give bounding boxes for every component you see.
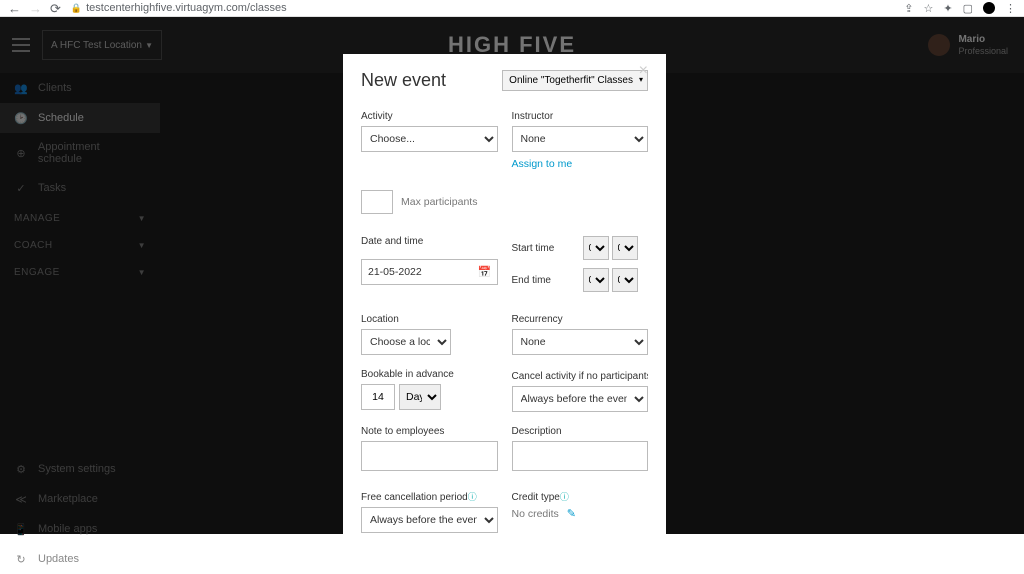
cancel-label: Cancel activity if no participants:ⓘ: [512, 369, 649, 382]
end-time-label: End time: [512, 275, 580, 286]
assign-to-me-link[interactable]: Assign to me: [512, 158, 573, 170]
appointment-icon: ⊕: [14, 146, 28, 160]
new-event-modal: × New event Online "Togetherfit" Classes…: [343, 54, 666, 534]
note-label: Note to employees: [361, 426, 498, 437]
start-minute-select[interactable]: 00: [612, 236, 638, 260]
sidebar-item-updates[interactable]: ↻ Updates: [0, 544, 160, 574]
sidebar-label: Tasks: [38, 182, 66, 194]
cancel-select[interactable]: Always before the event starts: [512, 386, 649, 412]
date-input[interactable]: [361, 259, 498, 285]
info-icon[interactable]: ⓘ: [560, 492, 569, 502]
lock-icon: 🔒: [71, 3, 82, 14]
sidebar-item-marketplace[interactable]: ≪ Marketplace: [0, 484, 160, 514]
sidebar-item-clients[interactable]: 👥 Clients: [0, 73, 160, 103]
end-minute-select[interactable]: 00: [612, 268, 638, 292]
sidebar-label: Mobile apps: [38, 523, 97, 535]
menu-icon[interactable]: ⋮: [1005, 2, 1016, 15]
section-label: MANAGE: [14, 213, 60, 224]
clients-icon: 👥: [14, 81, 28, 95]
chevron-down-icon: ▼: [138, 214, 146, 223]
sidebar-label: Updates: [38, 553, 79, 565]
event-type-select[interactable]: Online "Togetherfit" Classes: [502, 70, 648, 91]
modal-title: New event: [361, 70, 446, 91]
free-cancel-label: Free cancellation periodⓘ: [361, 490, 498, 503]
profile-avatar[interactable]: [983, 2, 995, 14]
section-label: ENGAGE: [14, 267, 60, 278]
description-textarea[interactable]: [512, 441, 649, 471]
chevron-down-icon: ▼: [138, 268, 146, 277]
recurrency-label: Recurrency: [512, 314, 649, 325]
share-icon: ≪: [14, 492, 28, 506]
sidebar-item-mobile-apps[interactable]: 📱 Mobile apps: [0, 514, 160, 544]
sidebar: 👥 Clients 🕑 Schedule ⊕ Appointment sched…: [0, 17, 160, 534]
sidebar-label: System settings: [38, 463, 116, 475]
instructor-label: Instructor: [512, 111, 649, 122]
credit-label: Credit typeⓘ: [512, 490, 649, 503]
extensions-icon[interactable]: ✦: [943, 2, 952, 15]
location-select[interactable]: Choose a location: [361, 329, 451, 355]
sidebar-section-manage[interactable]: MANAGE ▼: [0, 203, 160, 230]
bookable-unit-select[interactable]: Days: [399, 384, 441, 410]
instructor-select[interactable]: None: [512, 126, 649, 152]
forward-icon[interactable]: →: [29, 2, 42, 15]
end-hour-select[interactable]: 00: [583, 268, 609, 292]
app-root: A HFC Test Location ▼ HIGH FIVE Mario Pr…: [0, 17, 1024, 534]
event-type-value: Online "Togetherfit" Classes: [509, 75, 633, 86]
bookable-days-input[interactable]: [361, 384, 395, 410]
location-label: Location: [361, 314, 498, 325]
sidebar-item-appointment[interactable]: ⊕ Appointment schedule: [0, 133, 160, 173]
browser-chrome: ← → ⟳ 🔒 testcenterhighfive.virtuagym.com…: [0, 0, 1024, 17]
star-icon[interactable]: ☆: [924, 2, 934, 15]
tasks-icon: ✓: [14, 181, 28, 195]
sidebar-label: Clients: [38, 82, 72, 94]
address-bar[interactable]: 🔒 testcenterhighfive.virtuagym.com/class…: [71, 2, 894, 14]
max-participants-input[interactable]: [361, 190, 393, 214]
description-label: Description: [512, 426, 649, 437]
chevron-down-icon: ▼: [138, 241, 146, 250]
sidebar-label: Schedule: [38, 112, 84, 124]
back-icon[interactable]: ←: [8, 2, 21, 15]
activity-select[interactable]: Choose...: [361, 126, 498, 152]
recurrency-select[interactable]: None: [512, 329, 649, 355]
schedule-icon: 🕑: [14, 111, 28, 125]
sidebar-section-engage[interactable]: ENGAGE ▼: [0, 257, 160, 284]
date-label: Date and time: [361, 236, 498, 247]
updates-icon: ↻: [14, 552, 28, 566]
sidebar-item-schedule[interactable]: 🕑 Schedule: [0, 103, 160, 133]
url-text: testcenterhighfive.virtuagym.com/classes: [86, 2, 287, 14]
info-icon[interactable]: ⓘ: [468, 492, 477, 502]
max-participants-label: Max participants: [401, 196, 477, 208]
start-hour-select[interactable]: 00: [583, 236, 609, 260]
sidebar-label: Appointment schedule: [38, 141, 146, 165]
gear-icon: ⚙: [14, 462, 28, 476]
reload-icon[interactable]: ⟳: [50, 2, 61, 15]
free-cancel-select[interactable]: Always before the event starts: [361, 507, 498, 533]
section-label: COACH: [14, 240, 53, 251]
note-textarea[interactable]: [361, 441, 498, 471]
sidebar-label: Marketplace: [38, 493, 98, 505]
bookable-label: Bookable in advance: [361, 369, 498, 380]
close-icon[interactable]: ×: [639, 62, 648, 80]
no-credits-text: No credits: [512, 508, 559, 520]
sidebar-item-tasks[interactable]: ✓ Tasks: [0, 173, 160, 203]
window-icon[interactable]: ▢: [963, 2, 973, 15]
activity-label: Activity: [361, 111, 498, 122]
sidebar-section-coach[interactable]: COACH ▼: [0, 230, 160, 257]
edit-icon[interactable]: ✎: [567, 507, 576, 520]
share-icon[interactable]: ⇪: [904, 2, 913, 15]
start-time-label: Start time: [512, 243, 580, 254]
sidebar-item-system-settings[interactable]: ⚙ System settings: [0, 454, 160, 484]
